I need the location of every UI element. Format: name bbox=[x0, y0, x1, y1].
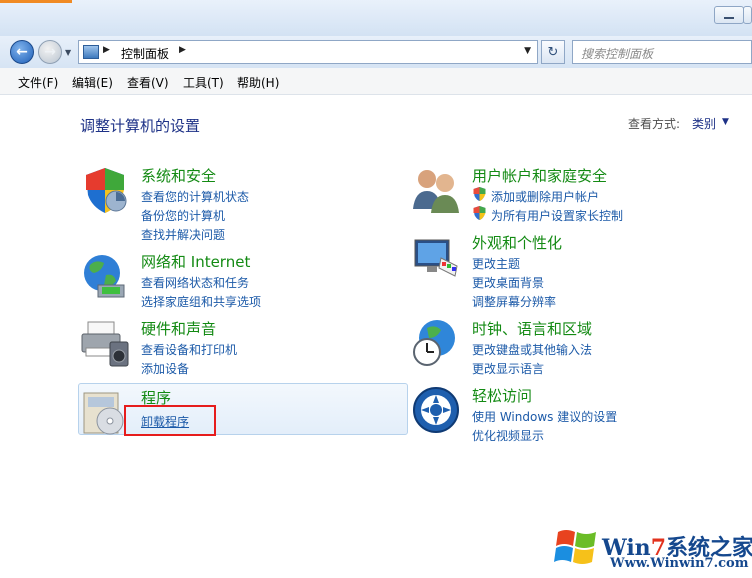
recent-pages-dropdown[interactable]: ▼ bbox=[65, 48, 71, 57]
category-hardware-sound: 硬件和声音 查看设备和打印机 添加设备 bbox=[80, 318, 380, 378]
view-by-select[interactable]: 类别 bbox=[692, 115, 716, 132]
clock-globe-icon bbox=[413, 320, 455, 366]
maximize-button[interactable] bbox=[743, 6, 752, 24]
network-globe-icon bbox=[84, 255, 125, 298]
link-windows-recommended-settings[interactable]: 使用 Windows 建议的设置 bbox=[472, 408, 617, 425]
ease-of-access-icon bbox=[413, 387, 459, 433]
link-homegroup-sharing[interactable]: 选择家庭组和共享选项 bbox=[141, 293, 261, 310]
navigation-bar: ← → ▼ ▶ 控制面板 ▶ ▼ ↻ 搜索控制面板 bbox=[0, 36, 752, 68]
uac-shield-icon bbox=[473, 187, 486, 201]
site-watermark: Win7系统之家 Www.Winwin7.com bbox=[554, 520, 752, 578]
page-title: 调整计算机的设置 bbox=[80, 117, 201, 135]
monitor-palette-icon bbox=[414, 239, 458, 277]
address-dropdown-icon[interactable]: ▼ bbox=[524, 46, 531, 56]
back-arrow-icon: ← bbox=[16, 44, 28, 60]
forward-button[interactable]: → bbox=[38, 40, 62, 64]
link-parental-controls[interactable]: 为所有用户设置家长控制 bbox=[491, 207, 623, 224]
breadcrumb-control-panel[interactable]: 控制面板 bbox=[121, 45, 169, 62]
windows-logo-icon bbox=[554, 530, 596, 564]
printer-icon bbox=[81, 321, 129, 367]
link-add-device[interactable]: 添加设备 bbox=[141, 360, 189, 377]
taskbar-accent bbox=[0, 0, 72, 3]
view-by-dropdown-icon[interactable]: ▼ bbox=[722, 117, 729, 127]
control-panel-content: 调整计算机的设置 查看方式: 类别 ▼ 系统和安全 查看您的计算机状态 备份您的… bbox=[0, 95, 752, 578]
category-title[interactable]: 网络和 Internet bbox=[141, 251, 250, 272]
minimize-button[interactable] bbox=[714, 6, 744, 24]
link-change-desktop-background[interactable]: 更改桌面背景 bbox=[472, 274, 544, 291]
view-by-label: 查看方式: bbox=[628, 117, 681, 131]
category-title[interactable]: 硬件和声音 bbox=[141, 318, 216, 339]
category-title[interactable]: 轻松访问 bbox=[472, 385, 532, 406]
forward-arrow-icon: → bbox=[44, 44, 56, 60]
window-titlebar bbox=[0, 0, 752, 37]
link-change-theme[interactable]: 更改主题 bbox=[472, 255, 520, 272]
uac-shield-icon bbox=[473, 206, 486, 220]
minimize-icon bbox=[724, 17, 734, 19]
category-title[interactable]: 外观和个性化 bbox=[472, 232, 562, 253]
menu-edit[interactable]: 编辑(E) bbox=[72, 74, 113, 91]
watermark-url: Www.Winwin7.com bbox=[610, 556, 749, 571]
category-appearance: 外观和个性化 更改主题 更改桌面背景 调整屏幕分辨率 bbox=[411, 232, 741, 310]
refresh-icon: ↻ bbox=[547, 44, 559, 60]
programs-disc-icon bbox=[83, 392, 124, 435]
link-change-input-methods[interactable]: 更改键盘或其他输入法 bbox=[472, 341, 592, 358]
annotation-red-box bbox=[124, 405, 216, 436]
category-network-internet: 网络和 Internet 查看网络状态和任务 选择家庭组和共享选项 bbox=[80, 251, 380, 311]
category-ease-of-access: 轻松访问 使用 Windows 建议的设置 优化视频显示 bbox=[411, 385, 741, 445]
menu-tools[interactable]: 工具(T) bbox=[183, 74, 224, 91]
menu-help[interactable]: 帮助(H) bbox=[237, 74, 279, 91]
shield-icon bbox=[86, 168, 127, 213]
menu-view[interactable]: 查看(V) bbox=[127, 74, 169, 91]
users-icon bbox=[413, 170, 459, 213]
category-title[interactable]: 用户帐户和家庭安全 bbox=[472, 165, 607, 186]
category-system-security: 系统和安全 查看您的计算机状态 备份您的计算机 查找并解决问题 bbox=[80, 165, 380, 243]
menu-file[interactable]: 文件(F) bbox=[18, 74, 58, 91]
link-change-display-language[interactable]: 更改显示语言 bbox=[472, 360, 544, 377]
control-panel-icon bbox=[83, 45, 99, 59]
link-find-fix-problems[interactable]: 查找并解决问题 bbox=[141, 226, 225, 243]
link-backup-computer[interactable]: 备份您的计算机 bbox=[141, 207, 225, 224]
refresh-button[interactable]: ↻ bbox=[541, 40, 565, 64]
link-optimize-visual-display[interactable]: 优化视频显示 bbox=[472, 427, 544, 444]
breadcrumb-arrow-icon[interactable]: ▶ bbox=[179, 45, 186, 55]
search-placeholder: 搜索控制面板 bbox=[581, 47, 654, 61]
link-view-network-status[interactable]: 查看网络状态和任务 bbox=[141, 274, 249, 291]
back-button[interactable]: ← bbox=[10, 40, 34, 64]
breadcrumb-arrow-icon[interactable]: ▶ bbox=[103, 45, 110, 55]
category-title[interactable]: 系统和安全 bbox=[141, 165, 216, 186]
link-screen-resolution[interactable]: 调整屏幕分辨率 bbox=[472, 293, 556, 310]
menu-bar: 文件(F) 编辑(E) 查看(V) 工具(T) 帮助(H) bbox=[0, 68, 752, 95]
link-devices-printers[interactable]: 查看设备和打印机 bbox=[141, 341, 237, 358]
link-view-computer-status[interactable]: 查看您的计算机状态 bbox=[141, 188, 249, 205]
search-input[interactable]: 搜索控制面板 bbox=[572, 40, 752, 64]
category-clock-language-region: 时钟、语言和区域 更改键盘或其他输入法 更改显示语言 bbox=[411, 318, 741, 378]
category-title[interactable]: 时钟、语言和区域 bbox=[472, 318, 592, 339]
category-user-accounts: 用户帐户和家庭安全 添加或删除用户帐户 为所有用户设置家长控制 bbox=[411, 165, 741, 225]
address-bar[interactable]: ▶ 控制面板 ▶ ▼ bbox=[78, 40, 538, 64]
link-add-remove-accounts[interactable]: 添加或删除用户帐户 bbox=[491, 188, 599, 205]
